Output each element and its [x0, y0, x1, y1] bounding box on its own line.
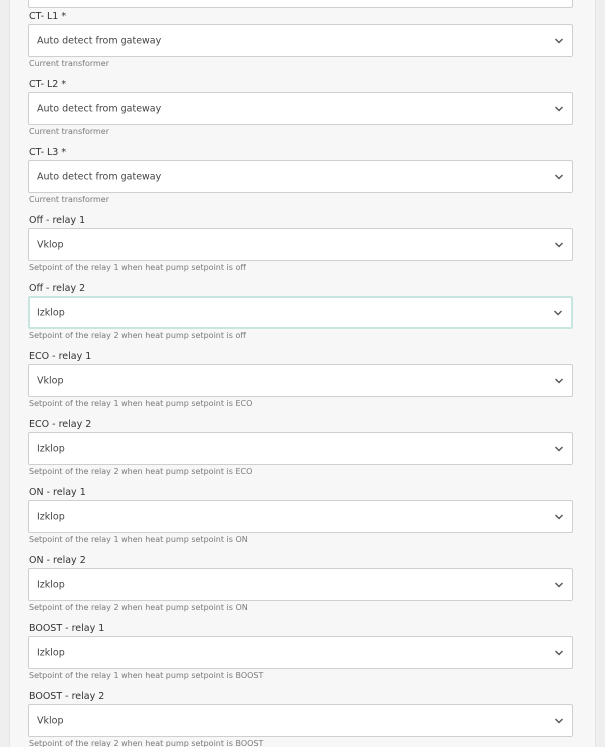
- chevron-down-icon: [555, 718, 563, 723]
- chevron-down-icon: [555, 378, 563, 383]
- chevron-down-icon: [554, 310, 562, 315]
- chevron-down-icon: [555, 514, 563, 519]
- select-value: Vklop: [37, 375, 64, 386]
- select-off-relay-1[interactable]: Vklop: [28, 228, 573, 261]
- select-value: Izklop: [37, 511, 65, 522]
- field-label-on-relay-2: ON - relay 2: [29, 555, 86, 566]
- field-label-on-relay-1: ON - relay 1: [29, 487, 86, 498]
- field-label-ct-l2: CT- L2 *: [29, 79, 67, 90]
- select-value: Izklop: [37, 443, 65, 454]
- field-help-off-relay-1: Setpoint of the relay 1 when heat pump s…: [29, 263, 246, 272]
- chevron-down-icon: [555, 106, 563, 111]
- field-label-boost-relay-1: BOOST - relay 1: [29, 623, 105, 634]
- chevron-down-icon: [555, 174, 563, 179]
- select-value: Izklop: [37, 647, 65, 658]
- chevron-down-icon: [555, 242, 563, 247]
- select-value: Auto detect from gateway: [37, 171, 162, 182]
- select-value: Auto detect from gateway: [37, 103, 162, 114]
- select-ct-l3[interactable]: Auto detect from gateway: [28, 160, 573, 193]
- chevron-down-icon: [555, 650, 563, 655]
- field-label-off-relay-2: Off - relay 2: [29, 283, 86, 294]
- field-help-boost-relay-2: Setpoint of the relay 2 when heat pump s…: [29, 739, 264, 747]
- select-ct-l2[interactable]: Auto detect from gateway: [28, 92, 573, 125]
- field-label-ct-l3: CT- L3 *: [29, 147, 67, 158]
- select-value: Auto detect from gateway: [37, 35, 162, 46]
- previous-select[interactable]: [28, 0, 573, 8]
- field-help-ct-l3: Current transformer: [29, 195, 110, 204]
- field-help-ct-l1: Current transformer: [29, 59, 110, 68]
- field-label-ct-l1: CT- L1 *: [29, 11, 67, 22]
- chevron-down-icon: [555, 38, 563, 43]
- chevron-down-icon: [555, 446, 563, 451]
- field-label-eco-relay-1: ECO - relay 1: [29, 351, 92, 362]
- field-label-boost-relay-2: BOOST - relay 2: [29, 691, 105, 702]
- field-help-eco-relay-2: Setpoint of the relay 2 when heat pump s…: [29, 467, 253, 476]
- chevron-down-icon: [555, 582, 563, 587]
- select-boost-relay-2[interactable]: Vklop: [28, 704, 573, 737]
- field-help-ct-l2: Current transformer: [29, 127, 110, 136]
- select-off-relay-2[interactable]: Izklop: [28, 296, 573, 329]
- select-value: Vklop: [37, 239, 64, 250]
- settings-form-panel: CT- L1 * Auto detect from gateway Current …: [9, 0, 596, 747]
- field-help-eco-relay-1: Setpoint of the relay 1 when heat pump s…: [29, 399, 253, 408]
- field-label-eco-relay-2: ECO - relay 2: [29, 419, 92, 430]
- select-value: Vklop: [37, 715, 64, 726]
- field-help-boost-relay-1: Setpoint of the relay 1 when heat pump s…: [29, 671, 264, 680]
- field-help-off-relay-2: Setpoint of the relay 2 when heat pump s…: [29, 331, 246, 340]
- field-help-on-relay-1: Setpoint of the relay 1 when heat pump s…: [29, 535, 248, 544]
- select-value: Izklop: [37, 579, 65, 590]
- field-help-on-relay-2: Setpoint of the relay 2 when heat pump s…: [29, 603, 248, 612]
- select-ct-l1[interactable]: Auto detect from gateway: [28, 24, 573, 57]
- select-on-relay-2[interactable]: Izklop: [28, 568, 573, 601]
- select-eco-relay-2[interactable]: Izklop: [28, 432, 573, 465]
- field-label-off-relay-1: Off - relay 1: [29, 215, 86, 226]
- select-on-relay-1[interactable]: Izklop: [28, 500, 573, 533]
- select-boost-relay-1[interactable]: Izklop: [28, 636, 573, 669]
- select-eco-relay-1[interactable]: Vklop: [28, 364, 573, 397]
- select-value: Izklop: [37, 307, 65, 318]
